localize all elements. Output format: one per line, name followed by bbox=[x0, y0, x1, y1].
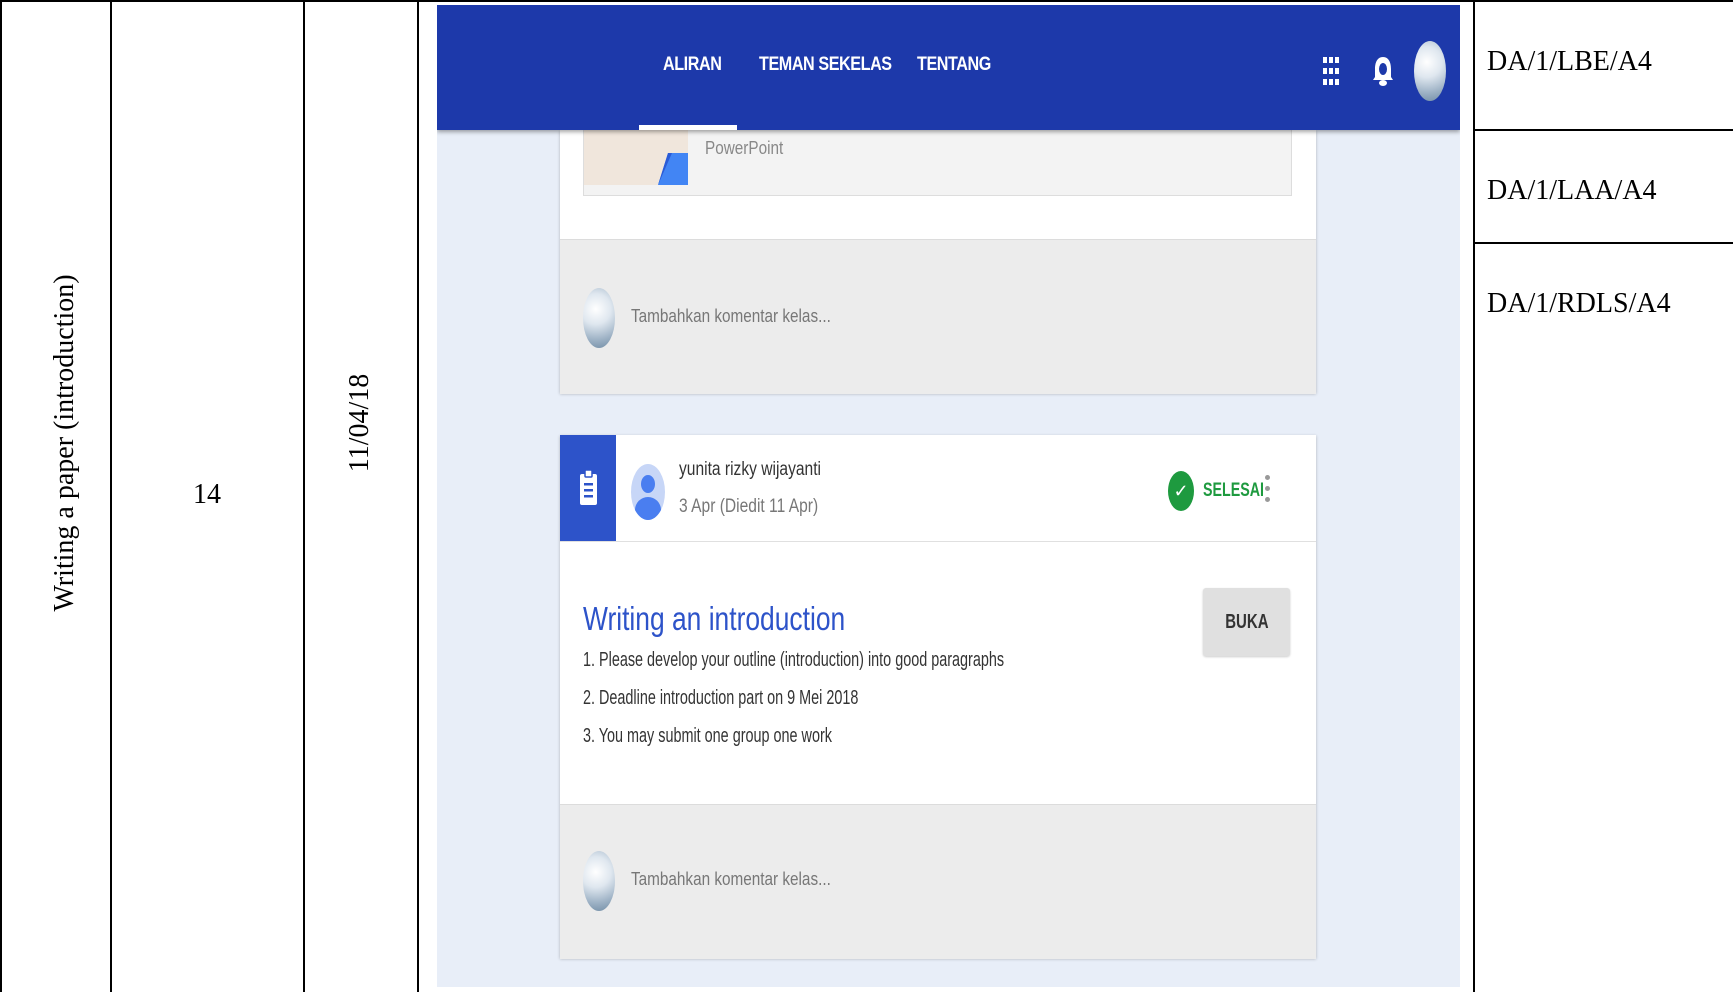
commenter-avatar bbox=[583, 288, 615, 348]
notifications-bell-icon[interactable] bbox=[1372, 55, 1394, 87]
table-border-col2 bbox=[303, 0, 305, 992]
author-avatar-icon bbox=[631, 464, 665, 520]
commenter-avatar-2 bbox=[583, 851, 615, 911]
meeting-number-cell: 14 bbox=[193, 479, 221, 510]
table-border-col3 bbox=[417, 0, 419, 992]
more-options-icon[interactable] bbox=[1265, 475, 1271, 508]
code-cell-1: DA/1/LBE/A4 bbox=[1487, 46, 1652, 77]
slides-corner-icon bbox=[658, 153, 688, 185]
class-comment-bar-2[interactable]: Tambahkan komentar kelas... bbox=[560, 804, 1316, 959]
class-comment-bar[interactable]: Tambahkan komentar kelas... bbox=[560, 239, 1316, 394]
clipboard-icon bbox=[580, 470, 597, 505]
code-row-divider-1 bbox=[1473, 129, 1733, 131]
active-tab-indicator bbox=[639, 125, 737, 130]
open-button-label: BUKA bbox=[1224, 611, 1269, 633]
done-check-icon: ✓ bbox=[1168, 471, 1194, 511]
profile-avatar[interactable] bbox=[1414, 41, 1446, 101]
assignment-title[interactable]: Writing an introduction bbox=[583, 600, 845, 638]
assignment-card: yunita rizky wijayanti 3 Apr (Diedit 11 … bbox=[560, 435, 1316, 959]
code-row-divider-2 bbox=[1473, 242, 1733, 244]
topic-cell: Writing a paper (introduction) bbox=[49, 274, 80, 612]
table-border-top bbox=[0, 0, 1733, 2]
powerpoint-attachment[interactable]: PowerPoint bbox=[583, 120, 1292, 196]
instruction-line-2: 2. Deadline introduction part on 9 Mei 2… bbox=[583, 687, 859, 709]
post-date: 3 Apr (Diedit 11 Apr) bbox=[679, 496, 819, 517]
classroom-screenshot: ALIRAN TEMAN SEKELAS TENTANG PowerPoint bbox=[437, 5, 1460, 987]
tab-aliran[interactable]: ALIRAN bbox=[663, 54, 722, 76]
table-border-left bbox=[0, 0, 2, 992]
table-border-col1 bbox=[110, 0, 112, 992]
tab-teman-sekelas[interactable]: TEMAN SEKELAS bbox=[759, 54, 892, 76]
instruction-line-3: 3. You may submit one group one work bbox=[583, 725, 832, 747]
classroom-header: ALIRAN TEMAN SEKELAS TENTANG bbox=[437, 5, 1460, 130]
post-author: yunita rizky wijayanti bbox=[679, 459, 822, 480]
comment-placeholder-2[interactable]: Tambahkan komentar kelas... bbox=[631, 869, 831, 890]
tab-tentang[interactable]: TENTANG bbox=[917, 54, 991, 76]
code-cell-2: DA/1/LAA/A4 bbox=[1487, 175, 1657, 206]
card-divider bbox=[560, 541, 1316, 542]
table-border-col4 bbox=[1473, 0, 1475, 992]
open-button[interactable]: BUKA bbox=[1203, 588, 1290, 656]
attachment-thumbnail bbox=[584, 121, 688, 185]
code-cell-3: DA/1/RDLS/A4 bbox=[1487, 288, 1671, 319]
attachment-type-label: PowerPoint bbox=[705, 138, 784, 158]
comment-placeholder[interactable]: Tambahkan komentar kelas... bbox=[631, 306, 831, 327]
instruction-line-1: 1. Please develop your outline (introduc… bbox=[583, 649, 1005, 671]
date-cell: 11/04/18 bbox=[344, 373, 375, 473]
status-badge: SELESAI bbox=[1203, 480, 1264, 501]
previous-post-card: PowerPoint Tambahkan komentar kelas... bbox=[560, 120, 1316, 394]
apps-grid-icon[interactable] bbox=[1323, 57, 1339, 85]
assignment-icon-block bbox=[560, 435, 616, 541]
